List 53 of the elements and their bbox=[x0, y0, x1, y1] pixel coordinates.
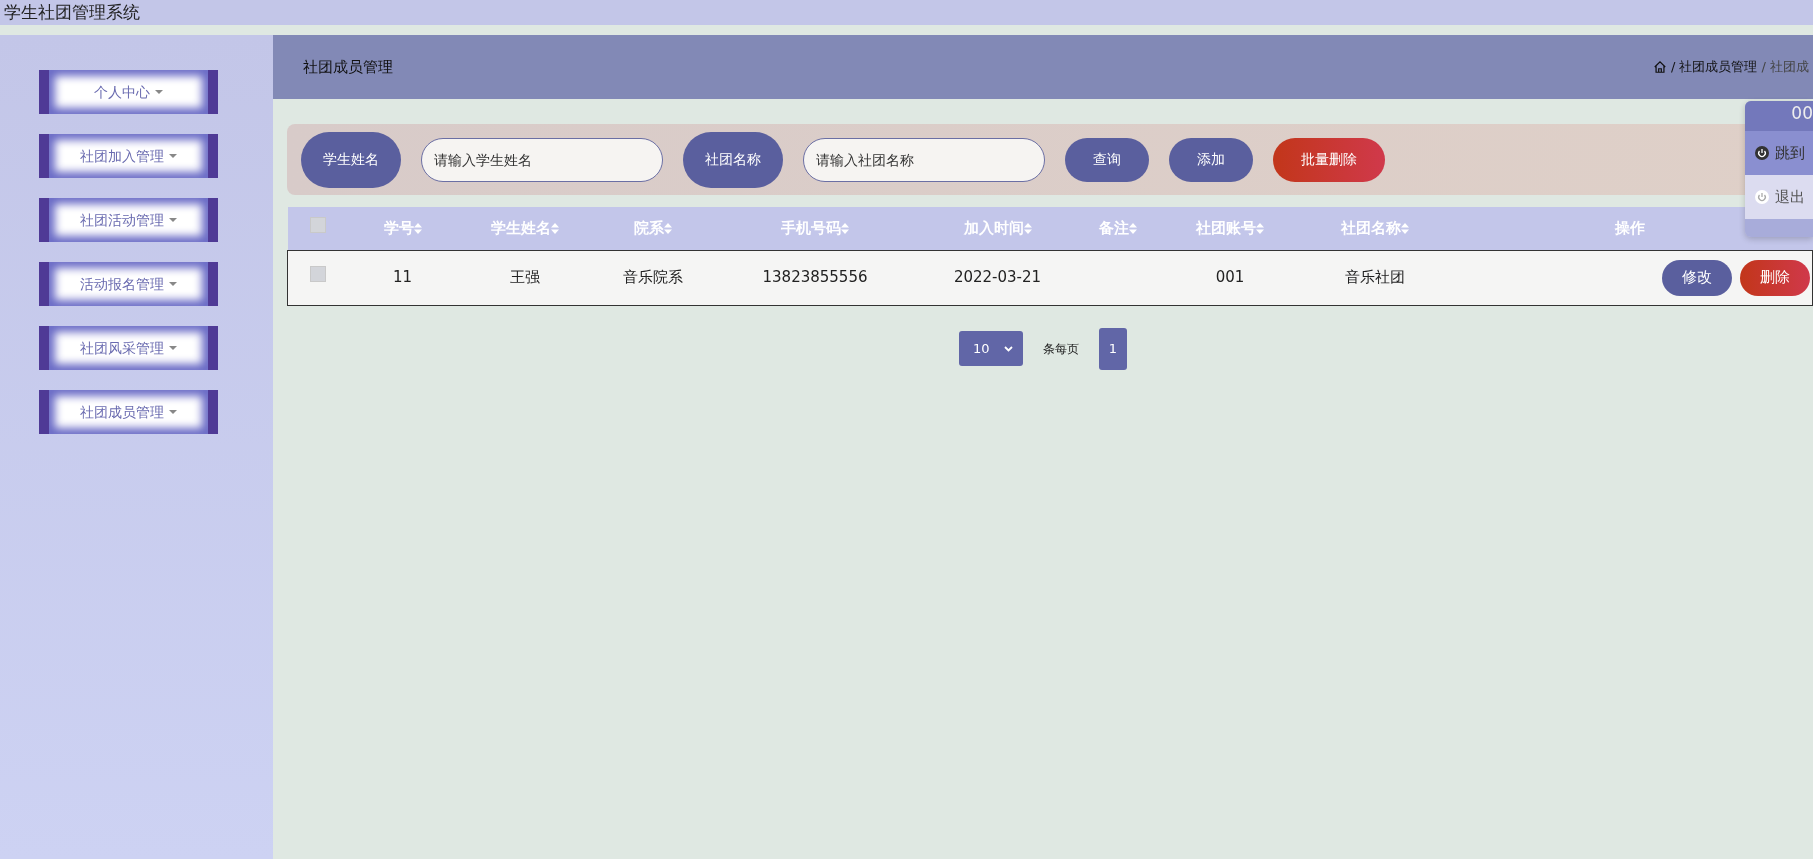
search-field[interactable]: 请输入社团名称 bbox=[803, 137, 1045, 182]
select-all-checkbox[interactable] bbox=[309, 217, 326, 233]
power-icon bbox=[1755, 190, 1769, 204]
menu-item[interactable]: 退出 bbox=[1745, 175, 1813, 219]
sidebar-menu-button[interactable]: 个人中心 bbox=[39, 70, 218, 114]
page-size-select[interactable]: 10 bbox=[959, 331, 1023, 366]
sort-icon[interactable] bbox=[413, 223, 422, 234]
table-cell: 13823855556 bbox=[762, 268, 868, 287]
sort-icon[interactable] bbox=[1128, 223, 1137, 234]
table-cell: 音乐院系 bbox=[622, 268, 683, 287]
power-icon bbox=[1755, 146, 1769, 160]
menu-header-text: 00 bbox=[1791, 103, 1813, 123]
field-label-button[interactable]: 学生姓名 bbox=[301, 131, 401, 188]
sidebar-menu-button[interactable]: 社团活动管理 bbox=[39, 198, 218, 242]
caret-icon bbox=[169, 153, 177, 158]
sort-icon[interactable] bbox=[551, 223, 559, 234]
sort-icon[interactable] bbox=[1023, 223, 1032, 234]
caret-icon bbox=[169, 345, 177, 350]
per-page-label: 条每页 bbox=[1043, 340, 1079, 358]
table-cell: 2022-03-21 bbox=[953, 268, 1042, 287]
caret-icon bbox=[169, 281, 177, 286]
table-cell: 王强 bbox=[510, 268, 540, 287]
page-title: 社团成员管理 bbox=[303, 56, 393, 78]
table-cell: 001 bbox=[1215, 268, 1245, 287]
field-label-button[interactable]: 社团名称 bbox=[683, 131, 783, 188]
action-button[interactable]: 添加 bbox=[1169, 137, 1253, 182]
sort-icon[interactable] bbox=[663, 223, 672, 234]
caret-icon bbox=[169, 409, 177, 414]
caret-icon bbox=[169, 217, 177, 222]
action-button[interactable]: 批量删除 bbox=[1273, 137, 1385, 182]
action-button[interactable]: 查询 bbox=[1065, 137, 1149, 182]
table-cell: 11 bbox=[392, 268, 413, 287]
app-title: 学生社团管理系统 bbox=[3, 1, 140, 24]
home-icon[interactable] bbox=[1652, 60, 1667, 74]
search-field[interactable]: 请输入学生姓名 bbox=[421, 137, 663, 182]
menu-item[interactable]: 跳到 bbox=[1745, 131, 1813, 175]
sort-icon[interactable] bbox=[1401, 223, 1409, 234]
delete-button[interactable]: 删除 bbox=[1740, 259, 1810, 296]
sort-icon[interactable] bbox=[1256, 223, 1264, 234]
sidebar-menu-button[interactable]: 社团加入管理 bbox=[39, 134, 218, 178]
page-button[interactable]: 1 bbox=[1099, 327, 1127, 370]
sidebar-menu-button[interactable]: 社团成员管理 bbox=[39, 390, 218, 434]
breadcrumb-link[interactable]: / 社团成 bbox=[1761, 57, 1809, 77]
sidebar-menu-button[interactable]: 活动报名管理 bbox=[39, 262, 218, 306]
sidebar-menu-button[interactable]: 社团风采管理 bbox=[39, 326, 218, 370]
sort-icon[interactable] bbox=[841, 223, 849, 234]
caret-icon bbox=[155, 89, 163, 94]
chevron-down-icon bbox=[1004, 345, 1013, 352]
table-cell: 音乐社团 bbox=[1345, 268, 1405, 287]
column-header: 操作 bbox=[1615, 219, 1645, 237]
breadcrumb-link[interactable]: / 社团成员管理 bbox=[1670, 57, 1758, 77]
edit-button[interactable]: 修改 bbox=[1662, 259, 1732, 296]
row-checkbox[interactable] bbox=[309, 266, 326, 283]
